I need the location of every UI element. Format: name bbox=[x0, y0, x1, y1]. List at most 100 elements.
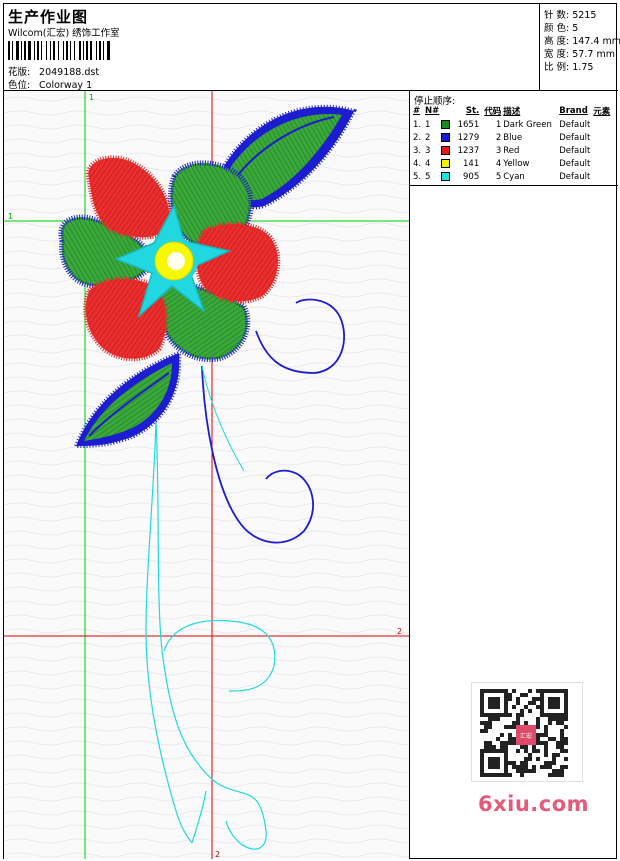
barcode-bar bbox=[103, 41, 104, 60]
row-index: 1. bbox=[413, 119, 422, 130]
row-swatch bbox=[440, 157, 452, 170]
design-file-line: 花版: 2049188.dst bbox=[8, 64, 99, 78]
row-code: 3 bbox=[495, 145, 502, 156]
design-file-label: 花版: bbox=[8, 67, 31, 78]
barcode-bar bbox=[46, 41, 47, 60]
table-row[interactable]: 2. 2 1279 2 Blue Default bbox=[412, 131, 616, 144]
row-swatch bbox=[440, 118, 452, 131]
barcode-bar bbox=[8, 41, 10, 60]
guide-label-top: 1 bbox=[89, 93, 94, 102]
row-stitches: 905 bbox=[463, 171, 480, 182]
row-stitches: 141 bbox=[463, 158, 480, 169]
color-swatch bbox=[441, 119, 451, 129]
row-description: Blue bbox=[503, 132, 523, 143]
embroidery-artwork: 1 1 2 2 bbox=[4, 91, 409, 859]
row-brand: Default bbox=[559, 158, 591, 169]
table-row[interactable]: 3. 3 1237 3 Red Default bbox=[412, 144, 616, 157]
row-brand: Default bbox=[559, 119, 591, 130]
row-number: 5 bbox=[425, 171, 431, 182]
flower bbox=[58, 155, 281, 363]
barcode-bar bbox=[70, 41, 71, 60]
barcode-bar bbox=[63, 41, 64, 60]
row-code: 2 bbox=[495, 132, 502, 143]
guide-label-bottom: 2 bbox=[215, 850, 220, 859]
barcode-bar bbox=[96, 41, 97, 60]
row-element bbox=[592, 144, 616, 157]
header-info: 生产作业图 Wilcom(汇宏) 绣饰工作室 花版: 2049188.dst 色… bbox=[4, 4, 540, 91]
row-index: 4. bbox=[413, 158, 422, 169]
color-swatch bbox=[441, 132, 451, 142]
barcode-bar bbox=[53, 41, 55, 60]
col-stitches: St. bbox=[465, 106, 480, 116]
barcode-bar bbox=[86, 41, 88, 60]
table-row[interactable]: 5. 5 905 5 Cyan Default bbox=[412, 170, 616, 183]
row-description: Red bbox=[503, 145, 520, 156]
row-stitches: 1651 bbox=[457, 119, 480, 130]
row-number: 1 bbox=[425, 119, 431, 130]
guide-label-right: 2 bbox=[397, 627, 402, 636]
row-element bbox=[592, 131, 616, 144]
row-element bbox=[592, 157, 616, 170]
barcode-bar bbox=[21, 41, 22, 60]
barcode-bar bbox=[50, 41, 51, 60]
stitch-count: 针 数: 5215 bbox=[544, 7, 596, 21]
col-element: 元素 bbox=[593, 107, 611, 117]
color-swatch bbox=[441, 158, 451, 168]
row-index: 5. bbox=[413, 171, 422, 182]
barcode-bar bbox=[74, 41, 75, 60]
row-swatch bbox=[440, 131, 452, 144]
barcode-bar bbox=[34, 41, 35, 60]
row-brand: Default bbox=[559, 145, 591, 156]
row-code: 4 bbox=[495, 158, 502, 169]
design-stats: 针 数: 5215 颜 色: 5 高 度: 147.4 mm 宽 度: 57.7… bbox=[540, 4, 620, 91]
row-description: Dark Green bbox=[503, 119, 552, 130]
barcode-bar bbox=[107, 41, 110, 60]
table-row[interactable]: 4. 4 141 4 Yellow Default bbox=[412, 157, 616, 170]
col-description: 描述 bbox=[503, 107, 521, 117]
row-element bbox=[592, 118, 616, 131]
guide-label-left: 1 bbox=[8, 212, 13, 221]
row-code: 1 bbox=[495, 119, 502, 130]
colorway-label: 色位: bbox=[8, 80, 31, 91]
embroidery-preview[interactable]: 1 1 2 2 bbox=[4, 91, 410, 859]
studio-name: Wilcom(汇宏) 绣饰工作室 bbox=[8, 28, 120, 39]
row-brand: Default bbox=[559, 132, 591, 143]
row-number: 3 bbox=[425, 145, 431, 156]
row-number: 2 bbox=[425, 132, 431, 143]
design-scale-value: 1.75 bbox=[572, 62, 594, 73]
qr-stamp-text: 汇宏 bbox=[520, 732, 532, 740]
barcode-bar bbox=[99, 41, 101, 60]
table-row[interactable]: 1. 1 1651 1 Dark Green Default bbox=[412, 118, 616, 131]
panel-divider bbox=[410, 185, 618, 186]
colorway-value: Colorway 1 bbox=[39, 80, 93, 91]
design-width: 宽 度: 57.7 mm bbox=[544, 46, 615, 60]
qr-code-block: 汇宏 bbox=[471, 682, 583, 782]
row-description: Yellow bbox=[503, 158, 530, 169]
qr-code-icon: 汇宏 bbox=[480, 689, 568, 777]
stop-sequence-table: # N# St. 代码 描述 Brand 元素 1. 1 1651 1 Dark Gre… bbox=[412, 104, 616, 183]
production-sheet: 生产作业图 Wilcom(汇宏) 绣饰工作室 花版: 2049188.dst 色… bbox=[3, 3, 620, 859]
barcode-bar bbox=[12, 41, 13, 60]
barcode-bar bbox=[16, 41, 19, 60]
color-swatch bbox=[441, 145, 451, 155]
page-title: 生产作业图 bbox=[8, 8, 89, 26]
row-element bbox=[592, 170, 616, 183]
row-index: 2. bbox=[413, 132, 422, 143]
row-brand: Default bbox=[559, 171, 591, 182]
row-index: 3. bbox=[413, 145, 422, 156]
row-description: Cyan bbox=[503, 171, 525, 182]
col-code: 代码 bbox=[484, 107, 502, 117]
design-scale: 比 例: 1.75 bbox=[544, 59, 593, 73]
barcode-bar bbox=[28, 41, 31, 60]
colorway-line: 色位: Colorway 1 bbox=[8, 77, 92, 91]
design-scale-label: 比 例: bbox=[544, 62, 570, 73]
barcode-bar bbox=[66, 41, 68, 60]
barcode-bar bbox=[37, 41, 39, 60]
col-number: N# bbox=[425, 106, 440, 116]
barcode-bar bbox=[58, 41, 59, 60]
barcode-bar bbox=[90, 41, 92, 60]
barcode-bar bbox=[79, 41, 81, 60]
row-swatch bbox=[440, 170, 452, 183]
watermark-logo: 6xiu.com bbox=[478, 792, 590, 816]
color-count: 颜 色: 5 bbox=[544, 20, 578, 34]
